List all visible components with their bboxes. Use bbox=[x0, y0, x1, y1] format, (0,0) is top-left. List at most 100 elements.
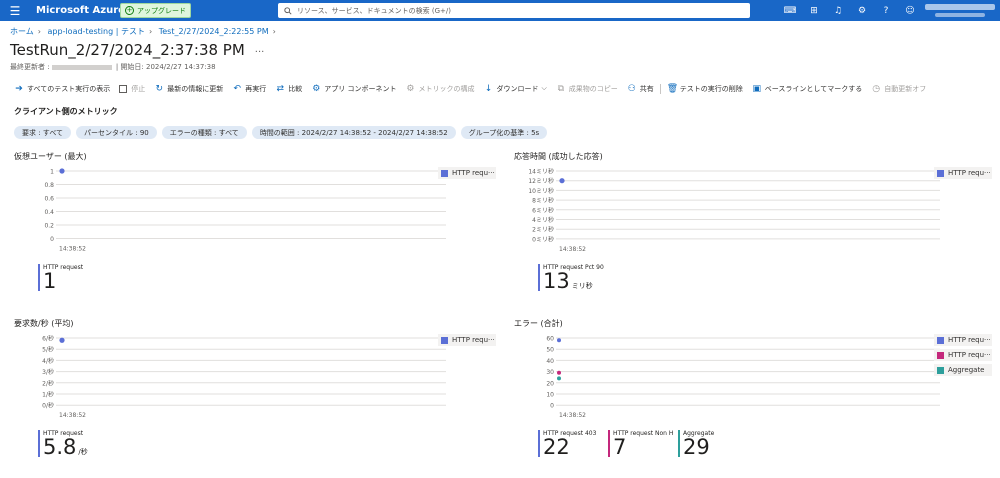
y-tick-label: 0 bbox=[550, 403, 554, 410]
toolbar-button-share[interactable]: ⚇ 共有 bbox=[627, 84, 654, 94]
y-tick-label: 0.2 bbox=[44, 223, 54, 230]
breadcrumb-resource[interactable]: app-load-testing | テスト bbox=[48, 27, 145, 36]
toolbar-label: テストの実行の削除 bbox=[679, 84, 743, 93]
legend-swatch bbox=[441, 336, 448, 344]
data-point[interactable] bbox=[557, 376, 561, 381]
gear-icon[interactable]: ⚙ bbox=[850, 0, 874, 21]
toolbar-button-app-components[interactable]: ⚙ アプリ コンポーネント bbox=[311, 84, 396, 94]
breadcrumb-test[interactable]: Test_2/27/2024_2:22:55 PM bbox=[159, 27, 269, 36]
legend-item[interactable]: HTTP requ··· bbox=[934, 334, 992, 346]
command-bar: ➔ すべてのテスト実行の表示 停止 ↻ 最新の情報に更新 ↶ 再実行 ⇄ 比較 ⚙ アプリ コンポー… bbox=[14, 82, 935, 95]
summary-stat: Aggregate 29 bbox=[678, 430, 744, 458]
toolbar-label: ダウンロード bbox=[496, 84, 539, 93]
section-title: クライアント側のメトリック bbox=[14, 107, 118, 116]
toolbar-button-metrics-config[interactable]: ⚙ メトリックの構成 bbox=[405, 84, 474, 94]
toolbar-button-download[interactable]: ↓ ダウンロード ⌵ bbox=[483, 84, 547, 94]
filter-pill[interactable]: パーセンタイル : 90 bbox=[76, 126, 157, 139]
upgrade-label: アップグレード bbox=[137, 6, 186, 15]
y-tick-label: 12ミリ秒 bbox=[528, 177, 554, 185]
chart-plot[interactable]: 14ミリ秒12ミリ秒 10ミリ秒 8ミリ秒6ミリ秒 4ミリ秒 2ミリ秒0ミリ秒 14:38… bbox=[514, 151, 944, 261]
data-point[interactable] bbox=[59, 168, 65, 174]
stop-checkbox-icon bbox=[119, 84, 128, 93]
y-tick-label: 8ミリ秒 bbox=[532, 197, 554, 205]
brand-title[interactable]: Microsoft Azure bbox=[36, 5, 125, 16]
legend-item[interactable]: HTTP requ··· bbox=[934, 349, 992, 361]
upgrade-button[interactable]: + アップグレード bbox=[120, 3, 191, 18]
delete-icon: 🗑 bbox=[666, 83, 679, 94]
toolbar-button-compare[interactable]: ⇄ 比較 bbox=[275, 84, 302, 94]
data-point[interactable] bbox=[557, 370, 561, 375]
toolbar-button-arrow-circle[interactable]: ➔ すべてのテスト実行の表示 bbox=[14, 84, 110, 94]
toolbar-label: 自動更新オフ bbox=[884, 84, 927, 93]
toolbar-button-baseline[interactable]: ▣ ベースラインとしてマークする bbox=[752, 83, 863, 94]
y-tick-label: 1/秒 bbox=[42, 391, 54, 399]
legend-item[interactable]: HTTP requ··· bbox=[934, 167, 992, 179]
compare-icon: ⇄ bbox=[276, 83, 284, 94]
baseline-icon: ▣ bbox=[752, 83, 762, 94]
y-tick-label: 2/秒 bbox=[42, 379, 54, 387]
data-point[interactable] bbox=[59, 337, 65, 343]
y-tick-label: 0 bbox=[50, 236, 54, 243]
filter-pill[interactable]: エラーの種類 : すべて bbox=[161, 126, 247, 139]
legend-item[interactable]: Aggregate bbox=[934, 364, 992, 376]
toolbar-label: アプリ コンポーネント bbox=[324, 84, 397, 93]
rerun-icon: ↶ bbox=[233, 83, 241, 94]
legend-item[interactable]: HTTP requ··· bbox=[438, 167, 496, 179]
stat-value: 22 bbox=[543, 437, 604, 458]
chart-plot[interactable]: 1 0.8 0.6 0.4 0.2 0 14:38:52 bbox=[14, 151, 450, 261]
filter-pill[interactable]: 要求 : すべて bbox=[14, 126, 72, 139]
copy-icon: ⧉ bbox=[557, 83, 564, 94]
toolbar-button-stop-checkbox[interactable]: 停止 bbox=[119, 84, 145, 94]
legend-label: Aggregate bbox=[948, 366, 985, 374]
toolbar-button-delete[interactable]: 🗑 テストの実行の削除 bbox=[667, 84, 743, 94]
y-tick-label: 30 bbox=[546, 369, 554, 376]
y-tick-label: 0.6 bbox=[44, 196, 54, 203]
x-tick-label: 14:38:52 bbox=[559, 246, 586, 253]
toolbar-label: 再実行 bbox=[245, 84, 267, 93]
legend-label: HTTP requ··· bbox=[948, 169, 991, 177]
legend-item[interactable]: HTTP requ··· bbox=[438, 334, 496, 346]
top-bar: ☰ Microsoft Azure + アップグレード リソース、サービス、ドキュ… bbox=[0, 0, 1000, 21]
account-name[interactable] bbox=[925, 4, 995, 10]
toolbar-button-clock[interactable]: ◷ 自動更新オフ bbox=[871, 84, 926, 94]
help-icon[interactable]: ? bbox=[874, 0, 898, 21]
search-input[interactable]: リソース、サービス、ドキュメントの検索 (G+/) bbox=[278, 3, 750, 18]
summary-stat: HTTP request 1 bbox=[38, 263, 104, 292]
page-meta: 最終更新者 : | 開始日: 2024/2/27 14:37:38 bbox=[10, 62, 216, 72]
filter-pill[interactable]: グループ化の基準 : 5s bbox=[460, 126, 548, 139]
directory-filter-icon[interactable]: ⊞ bbox=[802, 0, 826, 21]
toolbar-label: 停止 bbox=[131, 84, 146, 93]
stat-unit: /秒 bbox=[78, 448, 88, 457]
legend-swatch bbox=[937, 169, 944, 177]
data-point[interactable] bbox=[559, 178, 565, 184]
y-tick-label: 3/秒 bbox=[42, 368, 54, 376]
bell-icon[interactable]: ♫ bbox=[826, 0, 850, 21]
y-tick-label: 6ミリ秒 bbox=[532, 206, 554, 214]
stat-color-bar bbox=[678, 430, 680, 458]
data-point[interactable] bbox=[557, 338, 561, 343]
filter-pill[interactable]: 時間の範囲 : 2024/2/27 14:38:52 - 2024/2/27 1… bbox=[251, 126, 456, 139]
last-updated-label: 最終更新者 : bbox=[10, 63, 50, 71]
menu-icon[interactable]: ☰ bbox=[0, 0, 30, 21]
search-placeholder: リソース、サービス、ドキュメントの検索 (G+/) bbox=[297, 6, 451, 15]
feedback-icon[interactable]: ☺ bbox=[898, 0, 922, 21]
legend-label: HTTP requ··· bbox=[452, 336, 495, 344]
y-tick-label: 6/秒 bbox=[42, 335, 54, 343]
toolbar-button-refresh[interactable]: ↻ 最新の情報に更新 bbox=[154, 84, 223, 94]
toolbar-button-rerun[interactable]: ↶ 再実行 bbox=[232, 84, 266, 94]
share-icon: ⚇ bbox=[627, 83, 636, 94]
toolbar-label: メトリックの構成 bbox=[418, 84, 475, 93]
toolbar-label: 比較 bbox=[288, 84, 303, 93]
cloud-shell-icon[interactable]: ⌨ bbox=[778, 0, 802, 21]
chart-panel: 要求数/秒 (平均) 6/秒 5/秒 4/秒 3/秒 2/秒 1/秒 0/秒 14:38:52 H… bbox=[14, 318, 496, 478]
legend-swatch bbox=[441, 169, 448, 177]
more-icon[interactable]: ··· bbox=[255, 47, 265, 58]
chart-plot[interactable]: 6/秒 5/秒 4/秒 3/秒 2/秒 1/秒 0/秒 14:38:52 bbox=[14, 318, 450, 427]
stat-value: 13 ミリ秒 bbox=[543, 270, 604, 297]
y-tick-label: 0.4 bbox=[44, 209, 54, 216]
chart-plot[interactable]: 60 50 40 30 20 10 0 14:38:52 bbox=[514, 318, 944, 427]
legend-label: HTTP requ··· bbox=[948, 351, 991, 359]
toolbar-button-copy[interactable]: ⧉ 成果物のコピー bbox=[556, 84, 618, 94]
toolbar-label: ベースラインとしてマークする bbox=[764, 84, 863, 93]
breadcrumb-home[interactable]: ホーム bbox=[10, 27, 34, 36]
